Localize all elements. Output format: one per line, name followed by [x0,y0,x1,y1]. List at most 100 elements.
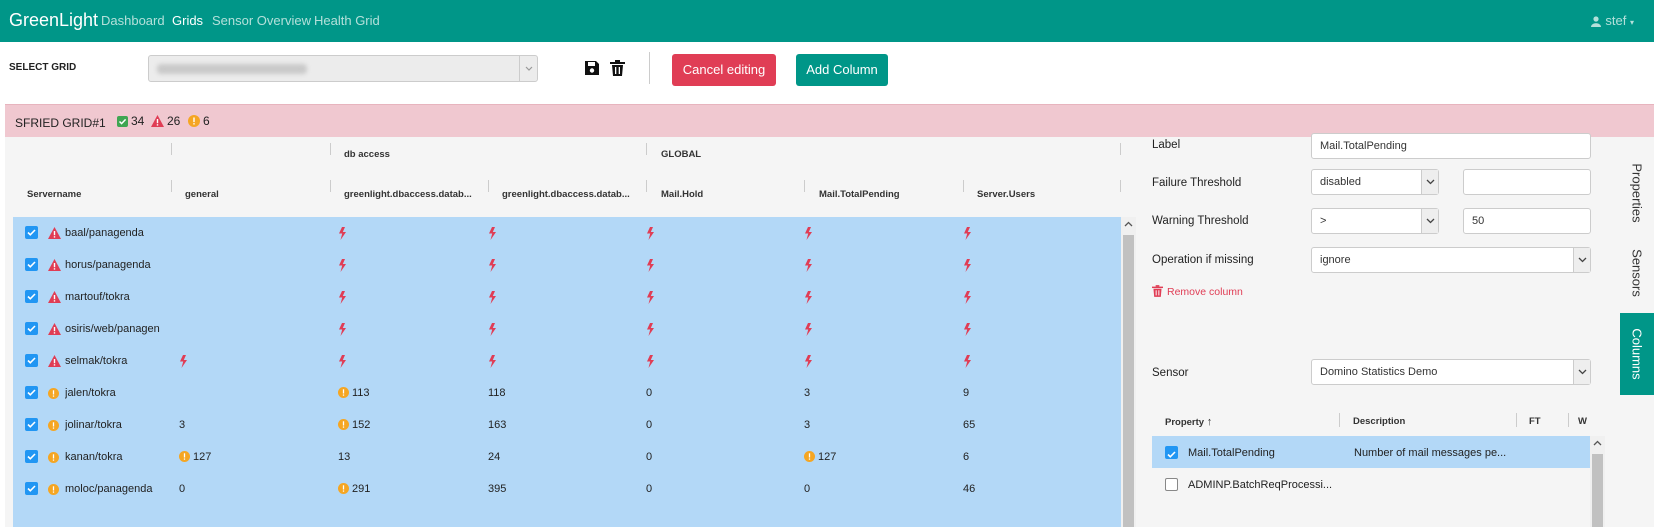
server-name: kanan/tokra [65,451,123,463]
alert-triangle-icon [48,227,61,239]
chevron-down-icon [1573,360,1590,384]
failure-threshold-operator[interactable]: disabled [1311,169,1439,195]
bolt-icon [964,291,971,304]
table-cell: 6 [963,451,970,463]
bolt-icon [805,227,812,240]
save-icon[interactable] [584,60,600,81]
server-name: selmak/tokra [65,355,128,367]
bolt-icon [805,323,812,336]
table-cell [338,259,350,273]
property-scrollbar[interactable] [1590,436,1605,527]
column-header-ft[interactable]: FT [1529,416,1541,427]
table-cell: 24 [488,451,501,463]
table-cell: 65 [963,419,976,431]
vertical-scrollbar[interactable] [1121,217,1136,527]
nav-health-grid[interactable]: Health Grid [314,13,380,28]
select-grid-label: SELECT GRID [9,62,77,73]
nav-grids[interactable]: Grids [172,13,203,28]
bolt-icon [647,323,654,336]
table-cell [646,323,658,337]
chevron-down-icon [519,56,537,81]
operation-if-missing-select[interactable]: ignore [1311,247,1591,273]
table-cell: 3 [804,387,811,399]
server-name: horus/panagenda [65,259,151,271]
label-input[interactable]: Mail.TotalPending [1311,133,1591,159]
tab-columns[interactable]: Columns [1620,313,1654,395]
user-icon [1591,16,1602,27]
property-name: Mail.TotalPending [1188,447,1275,459]
row-checkbox[interactable] [25,386,38,399]
row-checkbox[interactable] [25,418,38,431]
table-row[interactable]: moloc/panagenda 0 291 395 0 0 46 [13,473,1121,507]
column-header-property[interactable]: Property ↑ [1165,416,1212,428]
tab-properties[interactable]: Properties [1620,137,1654,249]
trash-icon[interactable] [610,60,625,81]
column-header-mail-totalpending[interactable]: Mail.TotalPending [819,189,959,200]
bolt-icon [180,355,187,368]
row-checkbox[interactable] [25,450,38,463]
column-header-server-users[interactable]: Server.Users [977,189,1117,200]
row-checkbox[interactable] [25,354,38,367]
scrollbar-thumb[interactable] [1592,454,1603,527]
property-description: Number of mail messages pe... [1354,447,1507,459]
table-row[interactable]: selmak/tokra [13,345,1121,379]
nav-dashboard[interactable]: Dashboard [101,13,165,28]
column-header-mail-hold[interactable]: Mail.Hold [661,189,801,200]
bolt-icon [964,259,971,272]
column-header-general[interactable]: general [185,189,325,200]
warning-threshold-value[interactable]: 50 [1463,208,1591,234]
table-cell: 152 [338,419,370,431]
alert-triangle-icon [48,291,61,303]
alert-triangle-icon [48,355,61,367]
property-row[interactable]: ADMINP.BatchReqProcessi... [1152,468,1590,500]
nav-sensor-overview[interactable]: Sensor Overview [212,13,311,28]
table-row[interactable]: jolinar/tokra 3 152 163 0 3 65 [13,409,1121,443]
tab-sensors[interactable]: Sensors [1620,237,1654,309]
column-header-servername[interactable]: Servername [27,189,167,200]
ok-count: 34 [117,114,144,128]
table-row[interactable]: osiris/web/panagenda [13,313,1121,347]
column-header-description[interactable]: Description [1353,416,1405,427]
table-row[interactable]: baal/panagenda [13,217,1121,251]
exclamation-circle-icon [48,420,59,431]
table-row[interactable]: horus/panagenda [13,249,1121,283]
row-checkbox[interactable] [25,482,38,495]
toolbar: SELECT GRID Cancel editing Add Column [0,42,1654,96]
table-cell: 127 [179,451,211,463]
bolt-icon [964,323,971,336]
property-checkbox[interactable] [1165,478,1178,491]
row-checkbox[interactable] [25,322,38,335]
row-checkbox[interactable] [25,226,38,239]
property-checkbox[interactable] [1165,446,1178,459]
warning-threshold-operator[interactable]: > [1311,208,1439,234]
row-checkbox[interactable] [25,258,38,271]
table-row[interactable]: martouf/tokra [13,281,1121,315]
brand-logo[interactable]: GreenLight [9,10,98,31]
remove-column-link[interactable]: Remove column [1152,285,1243,298]
user-menu[interactable]: stef ▾ [1591,13,1634,28]
grid-title: SFRIED GRID#1 [15,116,106,130]
column-header-w[interactable]: W [1578,416,1587,427]
failure-threshold-value[interactable] [1463,169,1591,195]
cancel-editing-button[interactable]: Cancel editing [672,54,776,86]
table-cell: 113 [338,387,370,399]
table-cell [963,355,975,369]
table-cell: 3 [804,419,811,431]
table-row[interactable]: jalen/tokra 113 118 0 3 9 [13,377,1121,411]
scroll-up-icon[interactable] [1121,217,1136,231]
table-row[interactable]: kanan/tokra 127 13 24 0 127 6 [13,441,1121,475]
column-header-dbaccess-2[interactable]: greenlight.dbaccess.datab... [502,189,636,200]
bolt-icon [489,227,496,240]
bolt-icon [647,259,654,272]
chevron-down-icon [1573,248,1590,272]
scroll-up-icon[interactable] [1590,436,1605,450]
scrollbar-thumb[interactable] [1123,235,1134,527]
property-row[interactable]: Mail.TotalPending Number of mail messages… [1152,436,1590,468]
add-column-button[interactable]: Add Column [796,54,888,86]
bolt-icon [964,227,971,240]
sensor-select[interactable]: Domino Statistics Demo [1311,359,1591,385]
column-header-dbaccess-1[interactable]: greenlight.dbaccess.datab... [344,189,478,200]
grid-select[interactable] [148,55,538,82]
table-cell [804,259,816,273]
row-checkbox[interactable] [25,290,38,303]
